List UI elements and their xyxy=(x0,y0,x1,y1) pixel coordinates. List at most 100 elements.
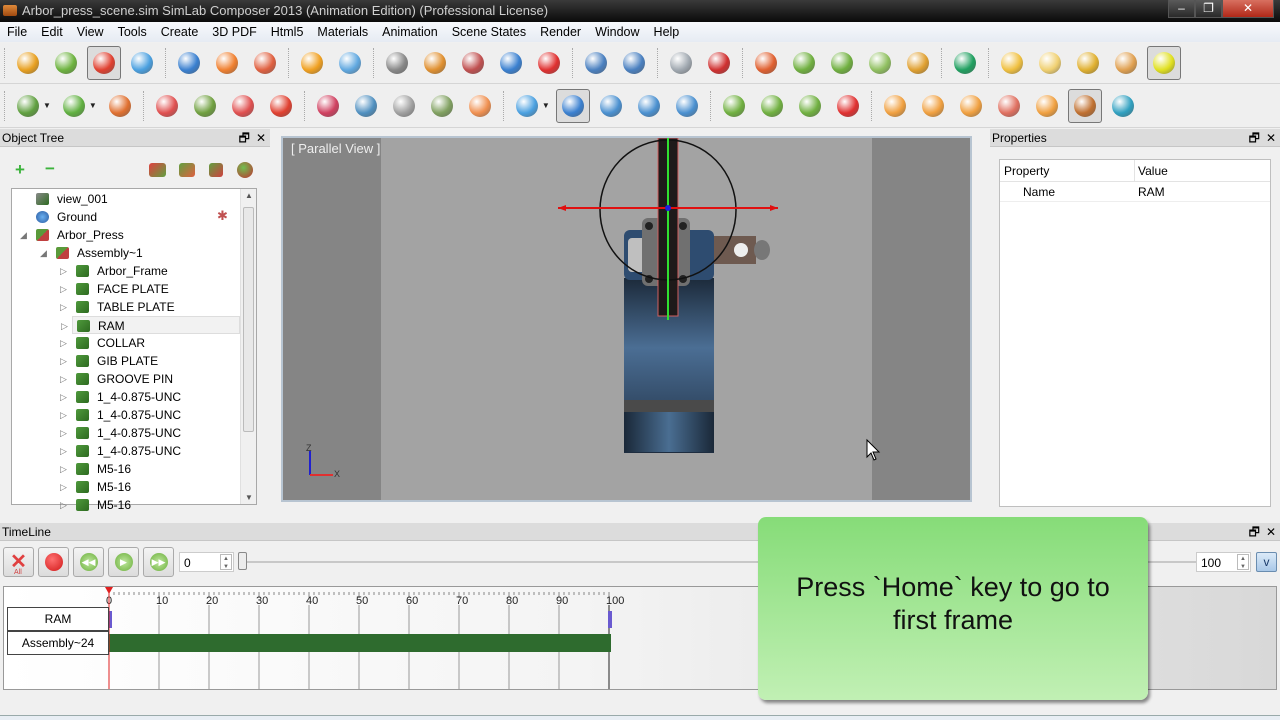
menu-create[interactable]: Create xyxy=(154,25,206,39)
search-scene-button[interactable] xyxy=(878,89,912,123)
scroll-down-icon[interactable]: ▼ xyxy=(245,493,253,502)
group-icon[interactable] xyxy=(149,163,166,177)
show-button[interactable] xyxy=(418,46,452,80)
rotate-button[interactable] xyxy=(49,46,83,80)
playhead-marker[interactable] xyxy=(105,587,113,594)
play-button[interactable] xyxy=(755,89,789,123)
toolbar-grip[interactable] xyxy=(4,48,5,78)
tree-item[interactable]: view_001 xyxy=(12,190,242,208)
property-row[interactable]: Name RAM xyxy=(1000,182,1270,202)
camera-orbit-button[interactable] xyxy=(787,46,821,80)
menu-view[interactable]: View xyxy=(70,25,111,39)
menu-window[interactable]: Window xyxy=(588,25,646,39)
part-tool-icon[interactable] xyxy=(209,163,223,177)
move-arrows-button[interactable] xyxy=(172,46,206,80)
remove-object-button[interactable]: − xyxy=(45,159,55,179)
toolbar-grip[interactable] xyxy=(4,90,5,121)
instance-icon[interactable] xyxy=(237,162,253,178)
image-button[interactable] xyxy=(425,89,459,123)
fast-forward-button[interactable] xyxy=(793,89,827,123)
end-frame-value[interactable]: 100 xyxy=(1201,556,1221,570)
environment-sphere-button[interactable] xyxy=(948,46,982,80)
materials-button[interactable] xyxy=(463,89,497,123)
restore-button[interactable]: ❐ xyxy=(1195,0,1222,18)
light-camera-button[interactable] xyxy=(1147,46,1181,80)
tree-item[interactable]: ▷ M5-16 xyxy=(12,478,242,496)
point-light-button[interactable] xyxy=(995,46,1029,80)
area-light-button[interactable] xyxy=(1033,46,1067,80)
tree-item[interactable]: ▷ GROOVE PIN xyxy=(12,370,242,388)
gizmo-pivot[interactable] xyxy=(665,205,671,211)
play-button[interactable]: ▶ xyxy=(108,547,139,577)
measure-button[interactable] xyxy=(664,46,698,80)
float-panel-icon[interactable]: 🗗 xyxy=(1249,525,1260,539)
orbit-button[interactable] xyxy=(311,89,345,123)
collapse-arrow-icon[interactable]: ◢ xyxy=(20,226,27,244)
value-column-header[interactable]: Value xyxy=(1138,164,1168,178)
frame-spinner-arrows[interactable]: ▲ ▼ xyxy=(220,554,232,570)
color-diamond-button[interactable] xyxy=(1106,89,1140,123)
ungroup-icon[interactable] xyxy=(179,163,195,177)
float-panel-icon[interactable]: 🗗 xyxy=(239,131,250,145)
zoom-selected-button[interactable] xyxy=(188,89,222,123)
expand-arrow-icon[interactable]: ▷ xyxy=(61,317,68,335)
record-camera-button[interactable] xyxy=(702,46,736,80)
redo-button[interactable] xyxy=(617,46,651,80)
scene-state-list-button[interactable] xyxy=(1030,89,1064,123)
chevron-down-icon[interactable]: ▼ xyxy=(43,101,51,110)
snap-point-button[interactable] xyxy=(210,46,244,80)
explode-button[interactable] xyxy=(494,46,528,80)
rewind-button[interactable]: ◀◀ xyxy=(73,547,104,577)
select-mode-button[interactable] xyxy=(11,89,45,123)
float-panel-icon[interactable]: 🗗 xyxy=(1249,131,1260,145)
pick-button[interactable] xyxy=(594,89,628,123)
tree-scrollbar[interactable]: ▲ ▼ xyxy=(240,189,256,504)
frame-slider-handle[interactable] xyxy=(238,552,247,570)
menu-render[interactable]: Render xyxy=(533,25,588,39)
tree-item[interactable]: ◢ Arbor_Press xyxy=(12,226,242,244)
chevron-down-icon[interactable]: ▼ xyxy=(89,101,97,110)
expand-arrow-icon[interactable]: ▷ xyxy=(60,370,67,388)
box-select-button[interactable] xyxy=(632,89,666,123)
tree-item[interactable]: ▷ 1_4-0.875-UNC xyxy=(12,388,242,406)
delete-all-keys-button[interactable]: ✕ All xyxy=(3,547,34,577)
undo-button[interactable] xyxy=(579,46,613,80)
tree-item[interactable]: ▷ M5-16 xyxy=(12,460,242,478)
timeline-options-button[interactable]: v xyxy=(1256,552,1277,572)
close-panel-icon[interactable]: ✕ xyxy=(256,131,266,145)
menu-edit[interactable]: Edit xyxy=(34,25,70,39)
fast-forward-button[interactable]: ▶▶ xyxy=(143,547,174,577)
view-cube-button[interactable] xyxy=(510,89,544,123)
collapse-arrow-icon[interactable]: ◢ xyxy=(40,244,47,262)
scene-image-button[interactable] xyxy=(954,89,988,123)
close-panel-icon[interactable]: ✕ xyxy=(1266,131,1276,145)
transform-button[interactable] xyxy=(87,46,121,80)
spin-button[interactable] xyxy=(863,46,897,80)
expand-arrow-icon[interactable]: ▷ xyxy=(60,460,67,478)
close-panel-icon[interactable]: ✕ xyxy=(1266,525,1276,539)
select-target-button[interactable] xyxy=(11,46,45,80)
tree-item[interactable]: ▷ TABLE PLATE xyxy=(12,298,242,316)
minimize-button[interactable]: – xyxy=(1168,0,1195,18)
add-object-button[interactable]: + xyxy=(15,160,25,180)
scroll-thumb[interactable] xyxy=(243,207,254,432)
menu-file[interactable]: File xyxy=(0,25,34,39)
move-object-button[interactable] xyxy=(125,46,159,80)
rewind-button[interactable] xyxy=(717,89,751,123)
tree-item[interactable]: ▷ 1_4-0.875-UNC xyxy=(12,442,242,460)
zoom-fit-button[interactable] xyxy=(150,89,184,123)
end-spinner-arrows[interactable]: ▲ ▼ xyxy=(1237,554,1249,570)
tree-item[interactable]: ▷ M5-16 xyxy=(12,496,242,514)
record-button[interactable] xyxy=(38,547,69,577)
spot-light-button[interactable] xyxy=(1071,46,1105,80)
current-frame-spinbox[interactable]: 0 ▲ ▼ xyxy=(179,552,234,572)
tree-item[interactable]: ▷ COLLAR xyxy=(12,334,242,352)
selection-cursor-button[interactable] xyxy=(555,88,590,123)
gear-select-button[interactable] xyxy=(670,89,704,123)
menu-animation[interactable]: Animation xyxy=(375,25,445,39)
menu-html5[interactable]: Html5 xyxy=(264,25,311,39)
track-label-assembly[interactable]: Assembly~24 xyxy=(7,631,109,655)
ground-marker-icon[interactable]: ✱ xyxy=(217,208,228,224)
expand-arrow-icon[interactable]: ▷ xyxy=(60,496,67,514)
expand-arrow-icon[interactable]: ▷ xyxy=(60,352,67,370)
